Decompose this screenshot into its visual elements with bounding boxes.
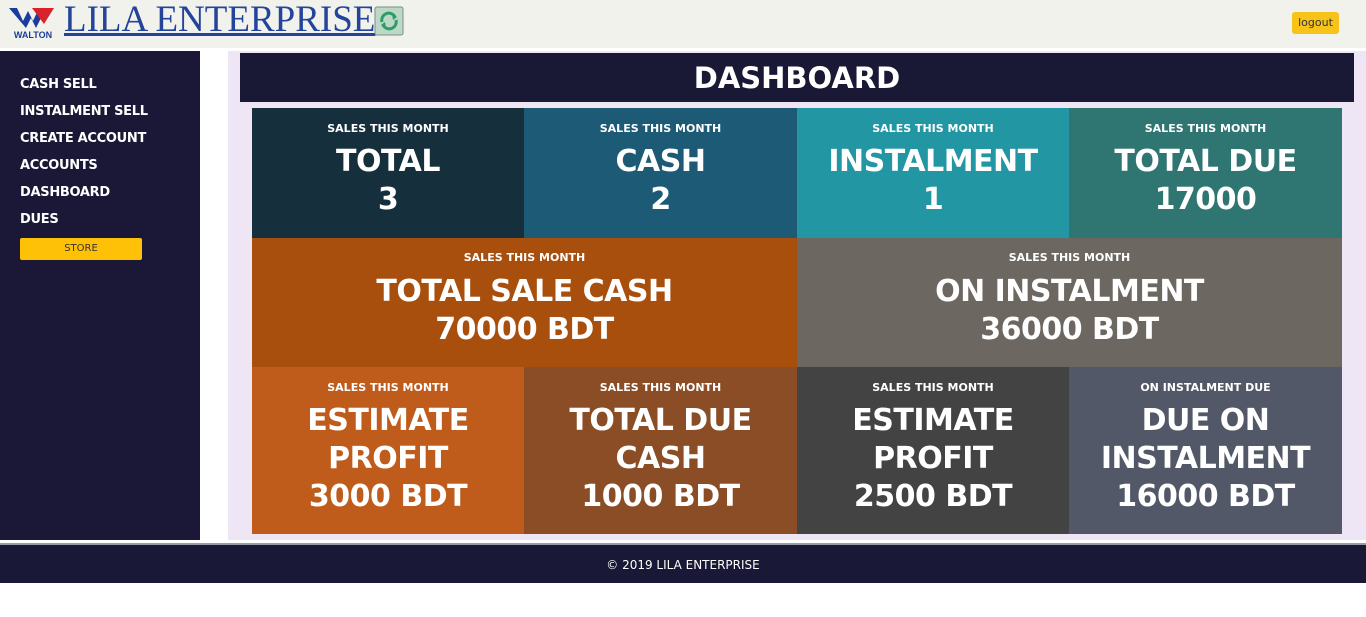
tile-label: DUE ON — [1141, 403, 1270, 438]
tile-value: 1 — [922, 182, 944, 217]
tile-caption: SALES THIS MONTH — [1008, 251, 1131, 264]
walton-logo: WALTON — [9, 8, 54, 39]
sidebar: CASH SELL INSTALMENT SELL CREATE ACCOUNT… — [0, 51, 200, 540]
tile-value: 2 — [650, 182, 671, 217]
top-header: WALTON LILA ENTERPRISE logout — [0, 0, 1366, 48]
tile-value: 3000 BDT — [308, 479, 468, 514]
tile-cash: SALES THIS MONTH CASH 2 — [524, 108, 797, 238]
sidebar-item-dues[interactable]: DUES — [20, 212, 59, 227]
tile-label: CASH — [615, 144, 706, 179]
logo-text: WALTON — [14, 30, 52, 39]
tile-label: CASH — [615, 441, 706, 476]
tile-caption: SALES THIS MONTH — [327, 122, 449, 135]
brand-title[interactable]: LILA ENTERPRISE — [64, 0, 375, 40]
tile-label: PROFIT — [873, 441, 993, 476]
tile-label: TOTAL DUE — [1114, 144, 1297, 179]
tile-value: 2500 BDT — [853, 479, 1013, 514]
tile-label: INSTALMENT — [1100, 441, 1311, 476]
tile-caption: SALES THIS MONTH — [872, 122, 994, 135]
tile-instalment: SALES THIS MONTH INSTALMENT 1 — [797, 108, 1069, 238]
tile-total-sale-cash: SALES THIS MONTH TOTAL SALE CASH 70000 B… — [252, 238, 797, 367]
copyright-text: © 2019 LILA ENTERPRISE — [606, 558, 760, 572]
tile-total-due: SALES THIS MONTH TOTAL DUE 17000 — [1069, 108, 1342, 238]
tile-estimate-profit-cash: SALES THIS MONTH ESTIMATE PROFIT 3000 BD… — [252, 367, 524, 534]
tile-value: 1000 BDT — [581, 479, 740, 514]
footer: © 2019 LILA ENTERPRISE — [0, 543, 1366, 583]
tile-value: 3 — [377, 182, 399, 217]
tile-value: 70000 BDT — [435, 312, 614, 347]
refresh-icon[interactable] — [374, 6, 404, 36]
tile-caption: SALES THIS MONTH — [327, 381, 449, 394]
tile-label: ON INSTALMENT — [935, 274, 1204, 309]
tile-label: TOTAL — [336, 144, 440, 179]
tile-label: TOTAL SALE CASH — [376, 274, 673, 309]
store-button[interactable]: STORE — [20, 238, 142, 260]
tile-value: 17000 — [1154, 182, 1257, 217]
sidebar-item-instalment-sell[interactable]: INSTALMENT SELL — [20, 104, 148, 119]
tile-caption: SALES THIS MONTH — [599, 381, 722, 394]
tile-total: SALES THIS MONTH TOTAL 3 — [252, 108, 524, 238]
tile-label: ESTIMATE — [307, 403, 469, 438]
sidebar-item-dashboard[interactable]: DASHBOARD — [20, 185, 110, 200]
tile-caption: SALES THIS MONTH — [872, 381, 994, 394]
tile-label: ESTIMATE — [852, 403, 1014, 438]
tile-value: 16000 BDT — [1116, 479, 1295, 514]
logout-button[interactable]: logout — [1292, 12, 1339, 34]
tile-estimate-profit-instalment: SALES THIS MONTH ESTIMATE PROFIT 2500 BD… — [797, 367, 1069, 534]
tile-due-on-instalment: ON INSTALMENT DUE DUE ON INSTALMENT 1600… — [1069, 367, 1342, 534]
tile-label: INSTALMENT — [828, 144, 1038, 179]
tile-caption: SALES THIS MONTH — [463, 251, 586, 264]
tile-value: 36000 BDT — [980, 312, 1159, 347]
sidebar-item-accounts[interactable]: ACCOUNTS — [20, 158, 98, 173]
tile-caption: SALES THIS MONTH — [1144, 122, 1267, 135]
tile-label: PROFIT — [328, 441, 448, 476]
tile-on-instalment: SALES THIS MONTH ON INSTALMENT 36000 BDT — [797, 238, 1342, 367]
sidebar-item-create-account[interactable]: CREATE ACCOUNT — [20, 131, 146, 146]
tile-label: TOTAL DUE — [569, 403, 752, 438]
sidebar-item-cash-sell[interactable]: CASH SELL — [20, 77, 97, 92]
page-title: DASHBOARD — [240, 53, 1354, 102]
tile-total-due-cash: SALES THIS MONTH TOTAL DUE CASH 1000 BDT — [524, 367, 797, 534]
tile-caption: SALES THIS MONTH — [599, 122, 722, 135]
tile-caption: ON INSTALMENT DUE — [1140, 381, 1271, 394]
